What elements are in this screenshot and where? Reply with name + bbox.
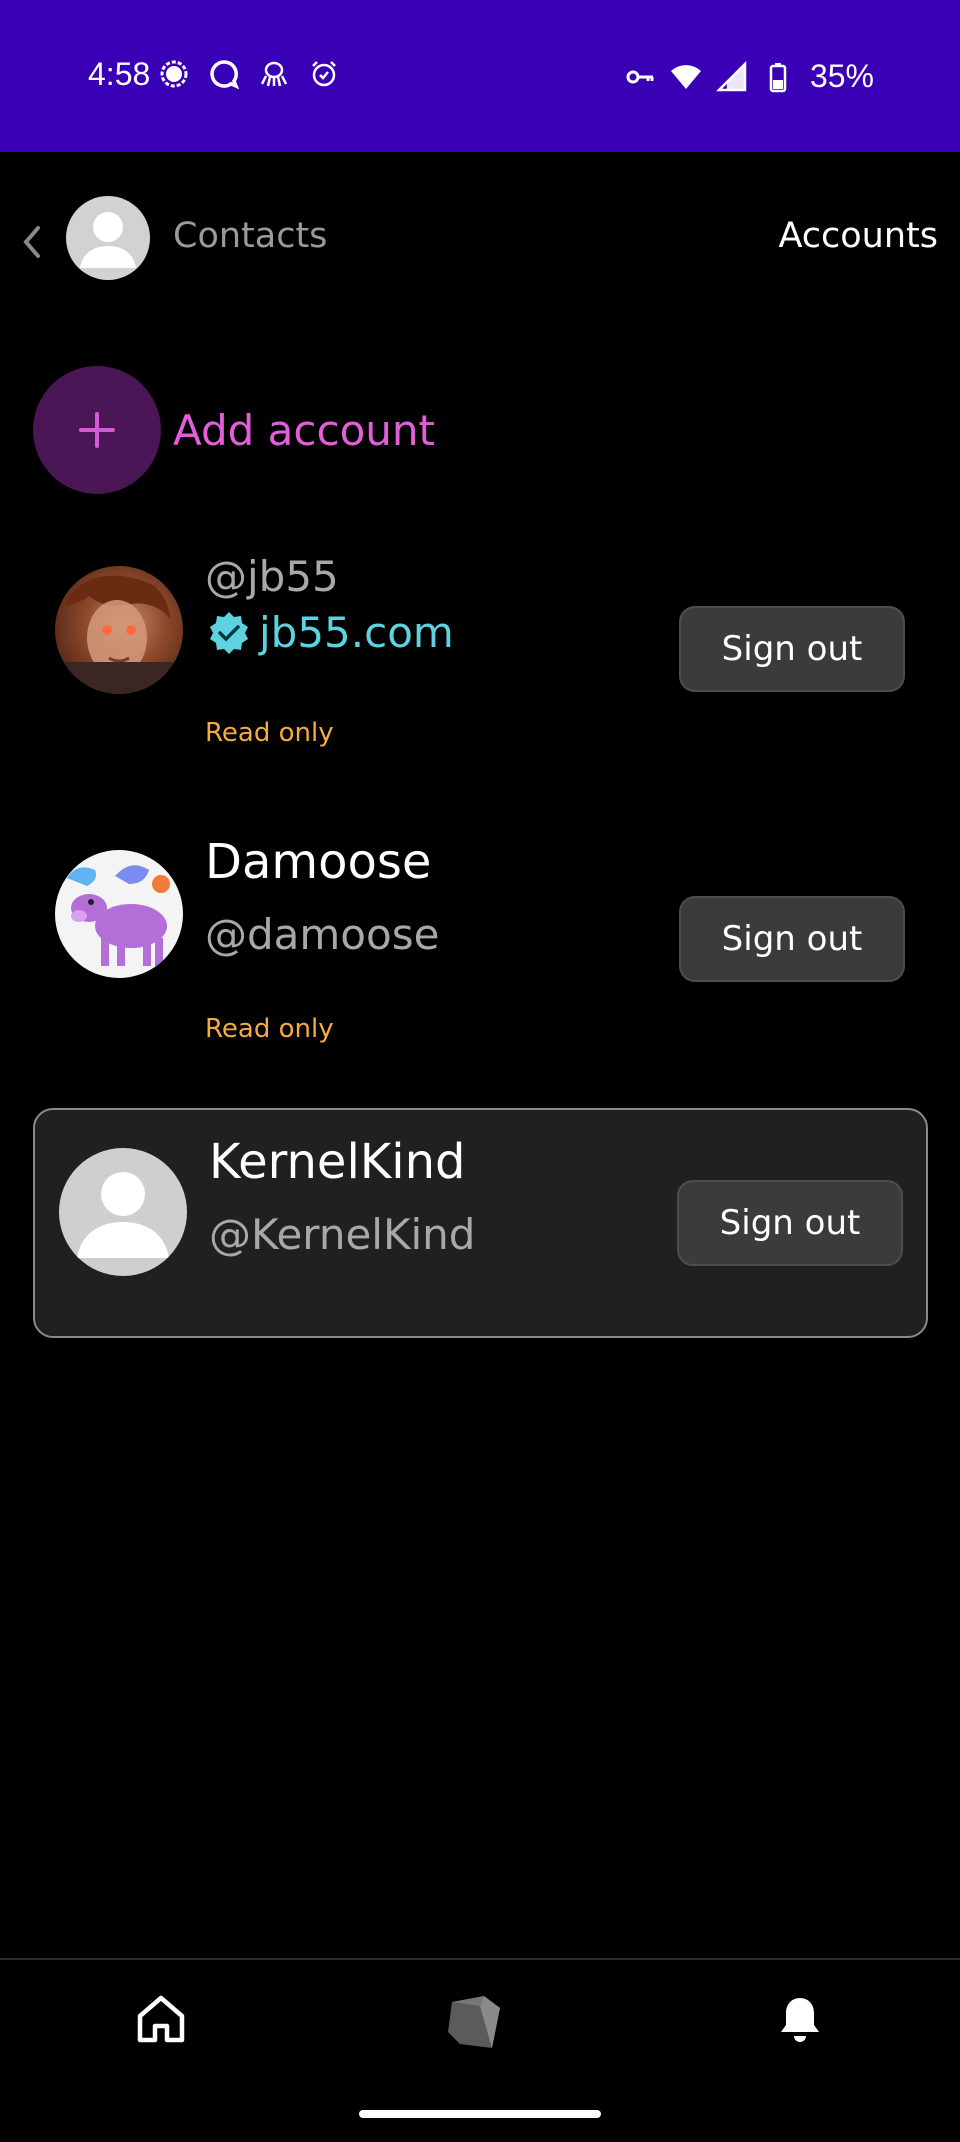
header-avatar[interactable] bbox=[66, 196, 150, 280]
wifi-icon bbox=[670, 64, 701, 89]
gesture-bar[interactable] bbox=[359, 2110, 601, 2118]
default-person-avatar-icon bbox=[77, 1172, 169, 1258]
account-handle: @KernelKind bbox=[209, 1210, 476, 1259]
nip05-verified: jb55.com bbox=[205, 608, 454, 657]
cube-icon[interactable] bbox=[444, 1992, 512, 2052]
avatar bbox=[59, 1148, 187, 1276]
status-icons-right: 35% bbox=[624, 58, 874, 95]
read-only-label: Read only bbox=[205, 718, 334, 748]
photo-avatar-icon bbox=[55, 575, 183, 694]
signal-app-icon bbox=[160, 60, 188, 88]
read-only-label: Read only bbox=[205, 1014, 334, 1044]
status-icons-left bbox=[158, 58, 340, 90]
key-icon bbox=[626, 70, 654, 83]
verified-badge-icon bbox=[210, 611, 248, 654]
moose-illustration-icon bbox=[67, 865, 170, 966]
add-account-button[interactable]: Add account bbox=[33, 366, 435, 494]
sign-out-button[interactable]: Sign out bbox=[679, 606, 905, 692]
account-handle: @damoose bbox=[205, 910, 440, 959]
add-account-circle bbox=[33, 366, 161, 494]
battery-icon bbox=[769, 62, 787, 92]
page-title: Accounts bbox=[778, 216, 938, 256]
home-icon[interactable] bbox=[134, 1992, 188, 2046]
battery-percent: 35% bbox=[809, 58, 874, 94]
account-item-jb55[interactable]: @jb55 jb55.com Read only Sign out bbox=[33, 552, 927, 762]
sign-out-button[interactable]: Sign out bbox=[677, 1180, 903, 1266]
status-bar: 4:58 35% bbox=[0, 0, 960, 152]
account-display-name: Damoose bbox=[205, 834, 432, 890]
account-item-damoose[interactable]: Damoose @damoose Read only Sign out bbox=[33, 834, 927, 1054]
chevron-left-icon[interactable] bbox=[18, 222, 46, 262]
top-bar: Contacts Accounts bbox=[0, 152, 960, 322]
bell-icon[interactable] bbox=[773, 1992, 827, 2046]
plus-icon bbox=[75, 408, 119, 452]
contacts-link[interactable]: Contacts bbox=[173, 216, 327, 256]
cell-signal-icon bbox=[715, 60, 747, 91]
account-display-name: KernelKind bbox=[209, 1134, 466, 1190]
sign-out-button[interactable]: Sign out bbox=[679, 896, 905, 982]
bottom-nav bbox=[0, 1960, 960, 2142]
chat-bubble-icon bbox=[210, 60, 240, 90]
account-handle: @jb55 bbox=[205, 552, 339, 601]
nip05-domain: jb55.com bbox=[259, 608, 454, 657]
alarm-icon bbox=[312, 61, 336, 87]
avatar bbox=[55, 566, 183, 694]
add-account-label: Add account bbox=[173, 405, 435, 455]
account-item-kernelkind[interactable]: KernelKind @KernelKind Sign out bbox=[33, 1108, 928, 1338]
avatar bbox=[55, 850, 183, 978]
status-time: 4:58 bbox=[88, 56, 151, 92]
bug-icon bbox=[260, 61, 288, 87]
person-icon bbox=[80, 212, 136, 268]
